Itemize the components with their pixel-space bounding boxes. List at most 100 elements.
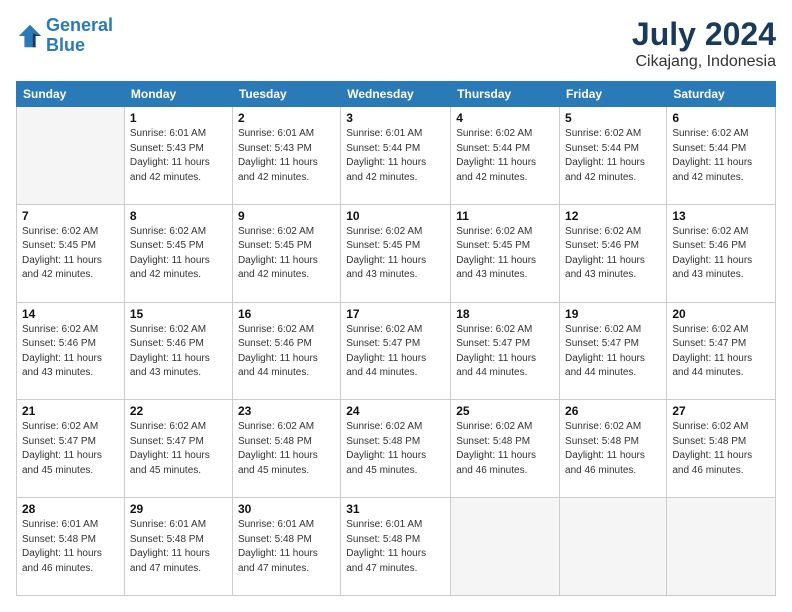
column-header-tuesday: Tuesday (232, 82, 340, 107)
calendar-cell: 29 Sunrise: 6:01 AM Sunset: 5:48 PM Dayli… (124, 498, 232, 596)
day-detail: Sunrise: 6:02 AM Sunset: 5:45 PM Dayligh… (346, 225, 445, 283)
column-header-thursday: Thursday (451, 82, 560, 107)
day-number: 16 (238, 307, 335, 321)
calendar-cell: 4 Sunrise: 6:02 AM Sunset: 5:44 PM Daylig… (451, 107, 560, 205)
day-detail: Sunrise: 6:02 AM Sunset: 5:47 PM Dayligh… (130, 420, 227, 478)
day-detail: Sunrise: 6:02 AM Sunset: 5:46 PM Dayligh… (238, 323, 335, 381)
logo-line2: Blue (46, 35, 85, 55)
calendar-cell: 8 Sunrise: 6:02 AM Sunset: 5:45 PM Daylig… (124, 204, 232, 302)
header: General Blue July 2024 Cikajang, Indones… (16, 16, 776, 71)
calendar-cell: 13 Sunrise: 6:02 AM Sunset: 5:46 PM Dayli… (667, 204, 776, 302)
day-number: 3 (346, 111, 445, 125)
calendar-cell: 6Sunrise: 6:02 AM Sunset: 5:44 PM Daylig… (667, 107, 776, 205)
day-detail: Sunrise: 6:01 AM Sunset: 5:43 PM Dayligh… (130, 127, 227, 185)
column-header-sunday: Sunday (17, 82, 125, 107)
calendar-cell: 9 Sunrise: 6:02 AM Sunset: 5:45 PM Daylig… (232, 204, 340, 302)
day-number: 15 (130, 307, 227, 321)
logo: General Blue (16, 16, 113, 56)
day-number: 29 (130, 502, 227, 516)
day-number: 25 (456, 404, 554, 418)
column-header-monday: Monday (124, 82, 232, 107)
day-detail: Sunrise: 6:02 AM Sunset: 5:46 PM Dayligh… (565, 225, 661, 283)
day-number: 22 (130, 404, 227, 418)
calendar-cell: 14Sunrise: 6:02 AM Sunset: 5:46 PM Dayli… (17, 302, 125, 400)
day-detail: Sunrise: 6:02 AM Sunset: 5:44 PM Dayligh… (456, 127, 554, 185)
day-detail: Sunrise: 6:02 AM Sunset: 5:48 PM Dayligh… (346, 420, 445, 478)
location: Cikajang, Indonesia (632, 53, 776, 71)
day-detail: Sunrise: 6:02 AM Sunset: 5:48 PM Dayligh… (456, 420, 554, 478)
day-detail: Sunrise: 6:02 AM Sunset: 5:48 PM Dayligh… (565, 420, 661, 478)
day-detail: Sunrise: 6:02 AM Sunset: 5:44 PM Dayligh… (565, 127, 661, 185)
day-number: 8 (130, 209, 227, 223)
day-detail: Sunrise: 6:02 AM Sunset: 5:45 PM Dayligh… (238, 225, 335, 283)
calendar-cell: 5Sunrise: 6:02 AM Sunset: 5:44 PM Daylig… (560, 107, 667, 205)
day-number: 31 (346, 502, 445, 516)
day-detail: Sunrise: 6:02 AM Sunset: 5:48 PM Dayligh… (672, 420, 770, 478)
day-detail: Sunrise: 6:02 AM Sunset: 5:47 PM Dayligh… (22, 420, 119, 478)
day-detail: Sunrise: 6:01 AM Sunset: 5:48 PM Dayligh… (22, 518, 119, 576)
day-number: 2 (238, 111, 335, 125)
day-detail: Sunrise: 6:02 AM Sunset: 5:46 PM Dayligh… (130, 323, 227, 381)
day-number: 4 (456, 111, 554, 125)
calendar-cell: 15 Sunrise: 6:02 AM Sunset: 5:46 PM Dayli… (124, 302, 232, 400)
day-detail: Sunrise: 6:02 AM Sunset: 5:47 PM Dayligh… (346, 323, 445, 381)
day-detail: Sunrise: 6:02 AM Sunset: 5:48 PM Dayligh… (238, 420, 335, 478)
logo-text: General Blue (46, 16, 113, 56)
day-detail: Sunrise: 6:01 AM Sunset: 5:44 PM Dayligh… (346, 127, 445, 185)
day-number: 17 (346, 307, 445, 321)
day-detail: Sunrise: 6:02 AM Sunset: 5:47 PM Dayligh… (456, 323, 554, 381)
calendar-cell: 30 Sunrise: 6:01 AM Sunset: 5:48 PM Dayli… (232, 498, 340, 596)
calendar-cell: 3 Sunrise: 6:01 AM Sunset: 5:44 PM Daylig… (341, 107, 451, 205)
calendar-cell (451, 498, 560, 596)
day-number: 20 (672, 307, 770, 321)
day-detail: Sunrise: 6:02 AM Sunset: 5:45 PM Dayligh… (456, 225, 554, 283)
day-detail: Sunrise: 6:02 AM Sunset: 5:46 PM Dayligh… (672, 225, 770, 283)
day-number: 13 (672, 209, 770, 223)
calendar-cell: 23 Sunrise: 6:02 AM Sunset: 5:48 PM Dayli… (232, 400, 340, 498)
day-number: 28 (22, 502, 119, 516)
calendar-cell: 7 Sunrise: 6:02 AM Sunset: 5:45 PM Daylig… (17, 204, 125, 302)
day-detail: Sunrise: 6:01 AM Sunset: 5:48 PM Dayligh… (238, 518, 335, 576)
column-header-friday: Friday (560, 82, 667, 107)
calendar-cell: 25 Sunrise: 6:02 AM Sunset: 5:48 PM Dayli… (451, 400, 560, 498)
day-detail: Sunrise: 6:01 AM Sunset: 5:48 PM Dayligh… (130, 518, 227, 576)
day-number: 1 (130, 111, 227, 125)
calendar-cell: 18Sunrise: 6:02 AM Sunset: 5:47 PM Dayli… (451, 302, 560, 400)
calendar-cell: 27 Sunrise: 6:02 AM Sunset: 5:48 PM Dayli… (667, 400, 776, 498)
calendar-cell: 22 Sunrise: 6:02 AM Sunset: 5:47 PM Dayli… (124, 400, 232, 498)
calendar-cell: 24Sunrise: 6:02 AM Sunset: 5:48 PM Dayli… (341, 400, 451, 498)
day-detail: Sunrise: 6:02 AM Sunset: 5:44 PM Dayligh… (672, 127, 770, 185)
day-detail: Sunrise: 6:02 AM Sunset: 5:45 PM Dayligh… (130, 225, 227, 283)
calendar-cell: 12 Sunrise: 6:02 AM Sunset: 5:46 PM Dayli… (560, 204, 667, 302)
day-detail: Sunrise: 6:01 AM Sunset: 5:48 PM Dayligh… (346, 518, 445, 576)
day-detail: Sunrise: 6:02 AM Sunset: 5:45 PM Dayligh… (22, 225, 119, 283)
calendar-week-3: 14 Sunrise: 6:02 AM Sunset: 5:46 PM Dayli… (17, 302, 776, 400)
calendar-week-4: 21 Sunrise: 6:02 AM Sunset: 5:47 PM Dayli… (17, 400, 776, 498)
day-number: 7 (22, 209, 119, 223)
day-number: 27 (672, 404, 770, 418)
day-number: 12 (565, 209, 661, 223)
day-detail: Sunrise: 6:02 AM Sunset: 5:47 PM Dayligh… (672, 323, 770, 381)
day-number: 14 (22, 307, 119, 321)
column-header-wednesday: Wednesday (341, 82, 451, 107)
day-number: 19 (565, 307, 661, 321)
day-number: 30 (238, 502, 335, 516)
calendar-cell: 19Sunrise: 6:02 AM Sunset: 5:47 PM Dayli… (560, 302, 667, 400)
calendar-cell (560, 498, 667, 596)
day-number: 21 (22, 404, 119, 418)
calendar-header-row: SundayMondayTuesdayWednesdayThursdayFrid… (17, 82, 776, 107)
calendar-cell: 20 Sunrise: 6:02 AM Sunset: 5:47 PM Dayli… (667, 302, 776, 400)
day-number: 26 (565, 404, 661, 418)
calendar: SundayMondayTuesdayWednesdayThursdayFrid… (16, 81, 776, 596)
day-number: 23 (238, 404, 335, 418)
day-number: 11 (456, 209, 554, 223)
calendar-cell: 11 Sunrise: 6:02 AM Sunset: 5:45 PM Dayli… (451, 204, 560, 302)
calendar-week-2: 7 Sunrise: 6:02 AM Sunset: 5:45 PM Daylig… (17, 204, 776, 302)
page: General Blue July 2024 Cikajang, Indones… (0, 0, 792, 612)
calendar-cell: 17 Sunrise: 6:02 AM Sunset: 5:47 PM Dayli… (341, 302, 451, 400)
calendar-week-5: 28 Sunrise: 6:01 AM Sunset: 5:48 PM Dayli… (17, 498, 776, 596)
day-detail: Sunrise: 6:01 AM Sunset: 5:43 PM Dayligh… (238, 127, 335, 185)
day-number: 9 (238, 209, 335, 223)
calendar-cell: 1 Sunrise: 6:01 AM Sunset: 5:43 PM Daylig… (124, 107, 232, 205)
day-number: 10 (346, 209, 445, 223)
